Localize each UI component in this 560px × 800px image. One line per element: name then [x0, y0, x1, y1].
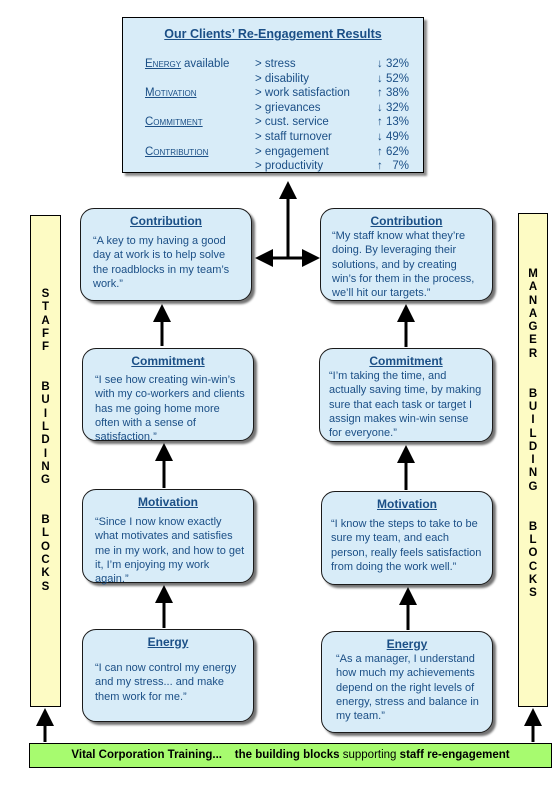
connector-arrows — [36, 181, 542, 742]
